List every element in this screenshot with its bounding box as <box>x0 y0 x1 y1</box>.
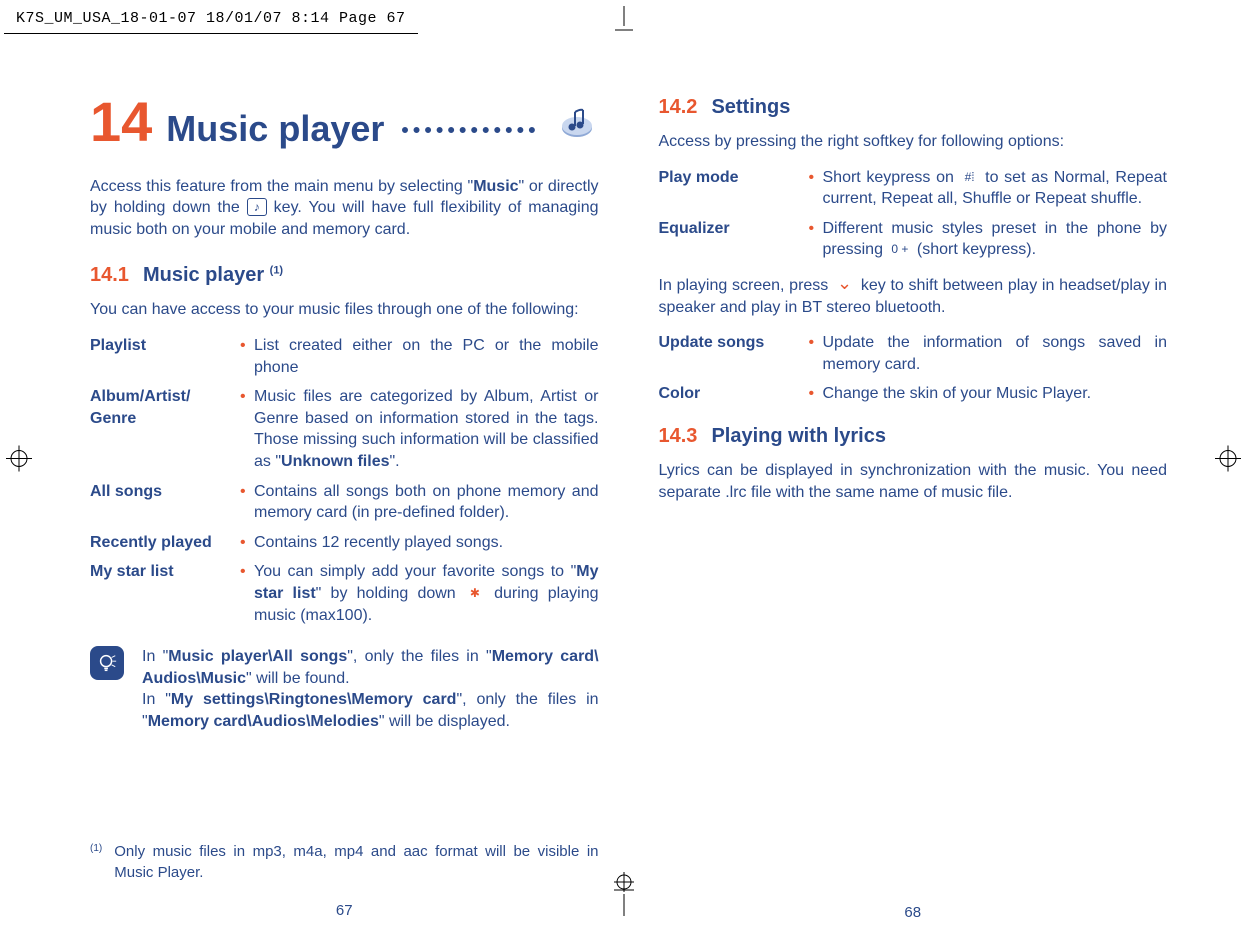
bullet: • <box>809 328 823 379</box>
registration-mark-left <box>6 446 32 477</box>
text: ". <box>389 453 399 470</box>
tip-text: In "Music player\All songs", only the fi… <box>142 646 599 732</box>
description: Different music styles preset in the pho… <box>823 214 1168 265</box>
table-row: Album/Artist/ Genre • Music files are ca… <box>90 382 599 476</box>
crop-mark-top <box>615 6 633 34</box>
bullet: • <box>240 382 254 476</box>
footnote-ref: (1) <box>270 265 283 277</box>
text: In " <box>142 691 171 708</box>
footnote-text: Only music files in mp3, m4a, mp4 and aa… <box>114 842 598 883</box>
bullet: • <box>809 214 823 265</box>
section-14-3-heading: 14.3 Playing with lyrics <box>659 423 1168 450</box>
table-row: Update songs • Update the information of… <box>659 328 1168 379</box>
table-row: Color • Change the skin of your Music Pl… <box>659 379 1168 409</box>
bullet: • <box>809 379 823 409</box>
section-14-1-lead: You can have access to your music files … <box>90 299 599 321</box>
footnote: (1) Only music files in mp3, m4a, mp4 an… <box>90 842 599 883</box>
music-key-icon: ♪ <box>247 198 267 216</box>
term: Playlist <box>90 331 240 382</box>
text: You can simply add your favorite songs t… <box>254 563 576 580</box>
description: Contains all songs both on phone memory … <box>254 477 599 528</box>
table-row: Playlist • List created either on the PC… <box>90 331 599 382</box>
table-row: Recently played • Contains 12 recently p… <box>90 528 599 558</box>
term: All songs <box>90 477 240 528</box>
lightbulb-icon <box>90 646 124 680</box>
term: My star list <box>90 557 240 630</box>
text: In playing screen, press <box>659 277 834 294</box>
section-number: 14.2 <box>659 96 698 118</box>
text: " will be displayed. <box>379 713 510 730</box>
bullet: • <box>240 331 254 382</box>
term: Update songs <box>659 328 809 379</box>
settings-table-1: Play mode • Short keypress on #⁞ to set … <box>659 163 1168 265</box>
zero-key-icon: 0 + <box>887 241 912 257</box>
intro-paragraph: Access this feature from the main menu b… <box>90 176 599 241</box>
bullet: • <box>809 163 823 214</box>
bullet: • <box>240 528 254 558</box>
term: Recently played <box>90 528 240 558</box>
section-number: 14.1 <box>90 264 129 286</box>
table-row: Play mode • Short keypress on #⁞ to set … <box>659 163 1168 214</box>
bullet: • <box>240 557 254 630</box>
section-14-1-heading: 14.1 Music player (1) <box>90 262 599 289</box>
section-title: Playing with lyrics <box>711 425 886 447</box>
description: List created either on the PC or the mob… <box>254 331 599 382</box>
table-row: Equalizer • Different music styles prese… <box>659 214 1168 265</box>
section-title: Music player <box>143 264 270 286</box>
page-number: 68 <box>659 903 1168 923</box>
term: Album/Artist/ Genre <box>90 382 240 476</box>
text: (short keypress). <box>912 241 1036 258</box>
description: Contains 12 recently played songs. <box>254 528 599 558</box>
music-options-table: Playlist • List created either on the PC… <box>90 331 599 630</box>
term: Color <box>659 379 809 409</box>
section-number: 14.3 <box>659 425 698 447</box>
term: Play mode <box>659 163 809 214</box>
mid-paragraph: In playing screen, press ⌄ key to shift … <box>659 275 1168 318</box>
text: In " <box>142 648 168 665</box>
term: Equalizer <box>659 214 809 265</box>
description: You can simply add your favorite songs t… <box>254 557 599 630</box>
tip-callout: In "Music player\All songs", only the fi… <box>90 646 599 732</box>
text: " will be found. <box>246 670 350 687</box>
chapter-name: Music player <box>166 105 384 154</box>
text-bold: Music <box>473 178 518 195</box>
table-row: All songs • Contains all songs both on p… <box>90 477 599 528</box>
table-row: My star list • You can simply add your f… <box>90 557 599 630</box>
text: Short keypress on <box>823 169 960 186</box>
leader-dots <box>402 127 534 133</box>
music-player-icon <box>555 104 599 144</box>
page-right: 14.2 Settings Access by pressing the righ… <box>659 94 1168 923</box>
text-bold: Unknown files <box>281 453 389 470</box>
page-spread: 14 Music player Access this feature from… <box>0 34 1247 943</box>
section-14-2-heading: 14.2 Settings <box>659 94 1168 121</box>
text: ", only the files in " <box>347 648 491 665</box>
down-key-icon: ⌄ <box>833 275 856 291</box>
page-left: 14 Music player Access this feature from… <box>90 94 599 923</box>
section-title: Settings <box>711 96 790 118</box>
bullet: • <box>240 477 254 528</box>
section-14-2-lead: Access by pressing the right softkey for… <box>659 131 1168 153</box>
crop-mark-bottom <box>612 872 636 916</box>
text-bold: Music player\All songs <box>168 648 347 665</box>
text-bold: My settings\Ringtones\Memory card <box>171 691 457 708</box>
chapter-title: 14 Music player <box>90 94 599 154</box>
description: Update the information of songs saved in… <box>823 328 1168 379</box>
description: Short keypress on #⁞ to set as Normal, R… <box>823 163 1168 214</box>
hash-key-icon: #⁞ <box>960 169 980 185</box>
registration-mark-right <box>1215 446 1241 477</box>
text-bold: Memory card\Audios\Melodies <box>148 713 379 730</box>
text: Access this feature from the main menu b… <box>90 178 473 195</box>
text: " by holding down <box>316 585 465 602</box>
footnote-mark: (1) <box>90 842 102 883</box>
description: Music files are categorized by Album, Ar… <box>254 382 599 476</box>
description: Change the skin of your Music Player. <box>823 379 1168 409</box>
chapter-number: 14 <box>90 94 152 150</box>
print-header: K7S_UM_USA_18-01-07 18/01/07 8:14 Page 6… <box>4 4 418 34</box>
star-key-icon: ✱ <box>465 585 485 601</box>
page-number: 67 <box>90 901 599 921</box>
section-14-3-body: Lyrics can be displayed in synchronizati… <box>659 460 1168 503</box>
settings-table-2: Update songs • Update the information of… <box>659 328 1168 409</box>
